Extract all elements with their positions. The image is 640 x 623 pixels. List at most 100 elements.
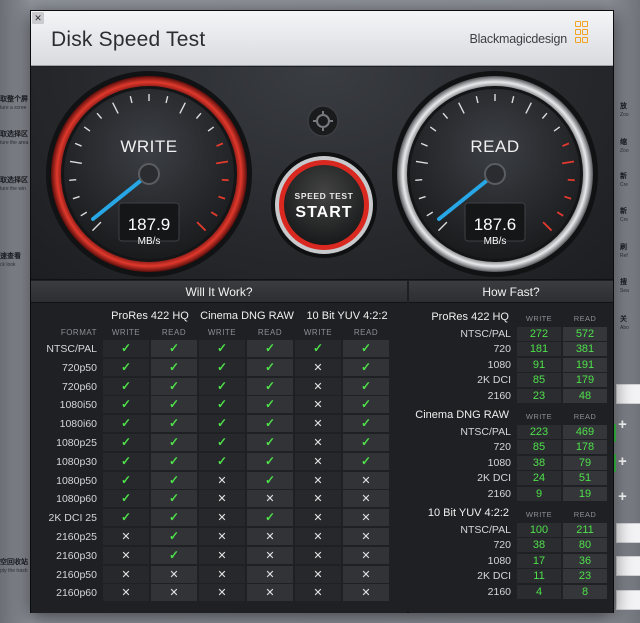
table-row: 2160p25 ✕ ✓ ✕ ✕ ✕ ✕ <box>31 528 407 546</box>
compat-cell: ✓ <box>247 340 293 357</box>
gauge-tick <box>415 179 423 181</box>
compat-cell: ✓ <box>199 340 245 357</box>
format-label: 2160p60 <box>56 587 97 600</box>
table-row: 2160p30 ✕ ✓ ✕ ✕ ✕ ✕ <box>31 546 407 565</box>
write-fps-value: 181 <box>517 342 561 357</box>
check-icon: ✓ <box>360 359 372 374</box>
check-icon: ✓ <box>168 453 180 468</box>
compat-cell: ✕ <box>295 396 341 414</box>
write-column-header: WRITE <box>525 314 553 323</box>
desktop-menu-item[interactable]: 关 Abo <box>620 316 629 332</box>
cross-icon: ✕ <box>313 549 323 562</box>
how-fast-title: How Fast? <box>409 281 613 303</box>
desktop-field[interactable] <box>616 523 640 543</box>
desktop-menu-item[interactable]: 新 Cre <box>620 208 628 224</box>
check-icon: ✓ <box>264 397 276 412</box>
desktop-field[interactable] <box>616 556 640 576</box>
compat-cell: ✕ <box>343 565 389 583</box>
compat-cell: ✓ <box>151 471 197 489</box>
cross-icon: ✕ <box>313 455 323 468</box>
cross-icon: ✕ <box>121 587 131 600</box>
compat-cell: ✕ <box>295 546 341 564</box>
cross-icon: ✕ <box>361 474 371 487</box>
disk-speed-test-window: ✕ Disk Speed Test Blackmagicdesign WRITE… <box>30 10 614 613</box>
check-icon: ✓ <box>120 378 132 393</box>
cross-icon: ✕ <box>313 437 323 449</box>
write-fps-value: 223 <box>517 425 561 439</box>
compat-cell: ✓ <box>103 452 149 470</box>
write-column-header: WRITE <box>525 412 553 421</box>
table-row: 2160 23 48 <box>409 388 613 404</box>
check-icon: ✓ <box>360 416 372 431</box>
desktop-menu-item[interactable]: 取选择区 ture the win <box>0 177 28 193</box>
compat-cell: ✓ <box>151 434 197 451</box>
write-fps-value: 91 <box>517 357 561 372</box>
compat-cell: ✕ <box>343 471 389 489</box>
read-fps-value: 79 <box>563 455 607 470</box>
close-icon[interactable]: ✕ <box>32 12 44 24</box>
compat-cell: ✓ <box>247 396 293 414</box>
desktop-left-strip: 取整个屏 ture a scree 取选择区 ture the area 取选择区 t… <box>0 0 30 623</box>
cross-icon: ✕ <box>217 512 227 525</box>
cross-icon: ✕ <box>313 361 323 374</box>
compat-cell: ✓ <box>247 434 293 451</box>
desktop-menu-item[interactable]: 刷 Ref <box>620 244 628 260</box>
plus-icon[interactable]: + <box>618 416 627 433</box>
check-icon: ✓ <box>360 341 372 355</box>
desktop-menu-item[interactable]: 速查看 ck look <box>0 253 21 269</box>
compat-cell: ✓ <box>151 490 197 508</box>
compat-cell: ✓ <box>199 452 245 470</box>
desktop-field[interactable] <box>616 590 640 610</box>
desktop-green-indicator <box>614 424 616 442</box>
brand-name: Blackmagicdesign <box>469 32 567 46</box>
will-it-work-title: Will It Work? <box>31 281 407 303</box>
desktop-menu-item[interactable]: 放 Zoo <box>620 103 629 119</box>
read-fps-value: 19 <box>563 486 607 501</box>
compat-cell: ✓ <box>151 358 197 376</box>
compat-cell: ✕ <box>295 377 341 395</box>
write-column-header: WRITE <box>525 510 553 519</box>
read-column-header: READ <box>353 328 379 337</box>
read-fps-value: 48 <box>563 388 607 403</box>
cross-icon: ✕ <box>169 587 179 600</box>
gauge-tick <box>567 178 575 182</box>
cross-icon: ✕ <box>265 587 275 600</box>
how-fast-panel: How Fast? ProRes 422 HQ WRITE READ NTSC/PAL… <box>409 281 613 613</box>
table-row: 720p60 ✓ ✓ ✓ ✓ ✕ ✓ <box>31 377 407 396</box>
write-fps-value: 11 <box>517 569 561 584</box>
check-icon: ✓ <box>264 453 276 468</box>
check-icon: ✓ <box>216 435 228 449</box>
start-button-label: START <box>295 204 353 221</box>
check-icon: ✓ <box>120 491 132 506</box>
compat-cell: ✓ <box>247 415 293 433</box>
cross-icon: ✕ <box>265 531 275 543</box>
plus-icon[interactable]: + <box>618 453 627 470</box>
check-icon: ✓ <box>120 397 132 412</box>
compat-cell: ✓ <box>199 415 245 433</box>
table-row: 2160 4 8 <box>409 584 613 600</box>
desktop-menu-item[interactable]: 取选择区 ture the area <box>0 131 28 147</box>
desktop-menu-item[interactable]: 取整个屏 ture a scree <box>0 96 28 112</box>
compat-cell: ✓ <box>151 396 197 414</box>
read-fps-value: 381 <box>563 342 607 357</box>
table-row: NTSC/PAL 100 211 <box>409 523 613 538</box>
desktop-menu-item[interactable]: 缩 Zoo <box>620 139 629 155</box>
plus-icon[interactable]: + <box>618 488 627 505</box>
cross-icon: ✕ <box>217 493 227 506</box>
compat-cell: ✕ <box>343 490 389 508</box>
start-speed-test-button[interactable]: SPEED TEST START <box>271 152 377 258</box>
write-fps-value: 24 <box>517 471 561 486</box>
desktop-field[interactable] <box>616 384 640 404</box>
cross-icon: ✕ <box>313 587 323 600</box>
write-fps-value: 85 <box>517 373 561 388</box>
check-icon: ✓ <box>120 416 132 431</box>
desktop-menu-item[interactable]: 空回收站 pty the trash <box>0 559 28 575</box>
gear-icon[interactable] <box>308 106 338 136</box>
compat-cell: ✓ <box>343 377 389 395</box>
read-fps-value: 51 <box>563 471 607 486</box>
table-row: NTSC/PAL ✓ ✓ ✓ ✓ ✓ ✓ <box>31 340 407 358</box>
table-row: 2K DCI 85 179 <box>409 373 613 388</box>
desktop-menu-item[interactable]: 新 Cre <box>620 173 628 189</box>
format-label: 720 <box>493 539 511 552</box>
desktop-menu-item[interactable]: 搜 Sea <box>620 279 629 295</box>
